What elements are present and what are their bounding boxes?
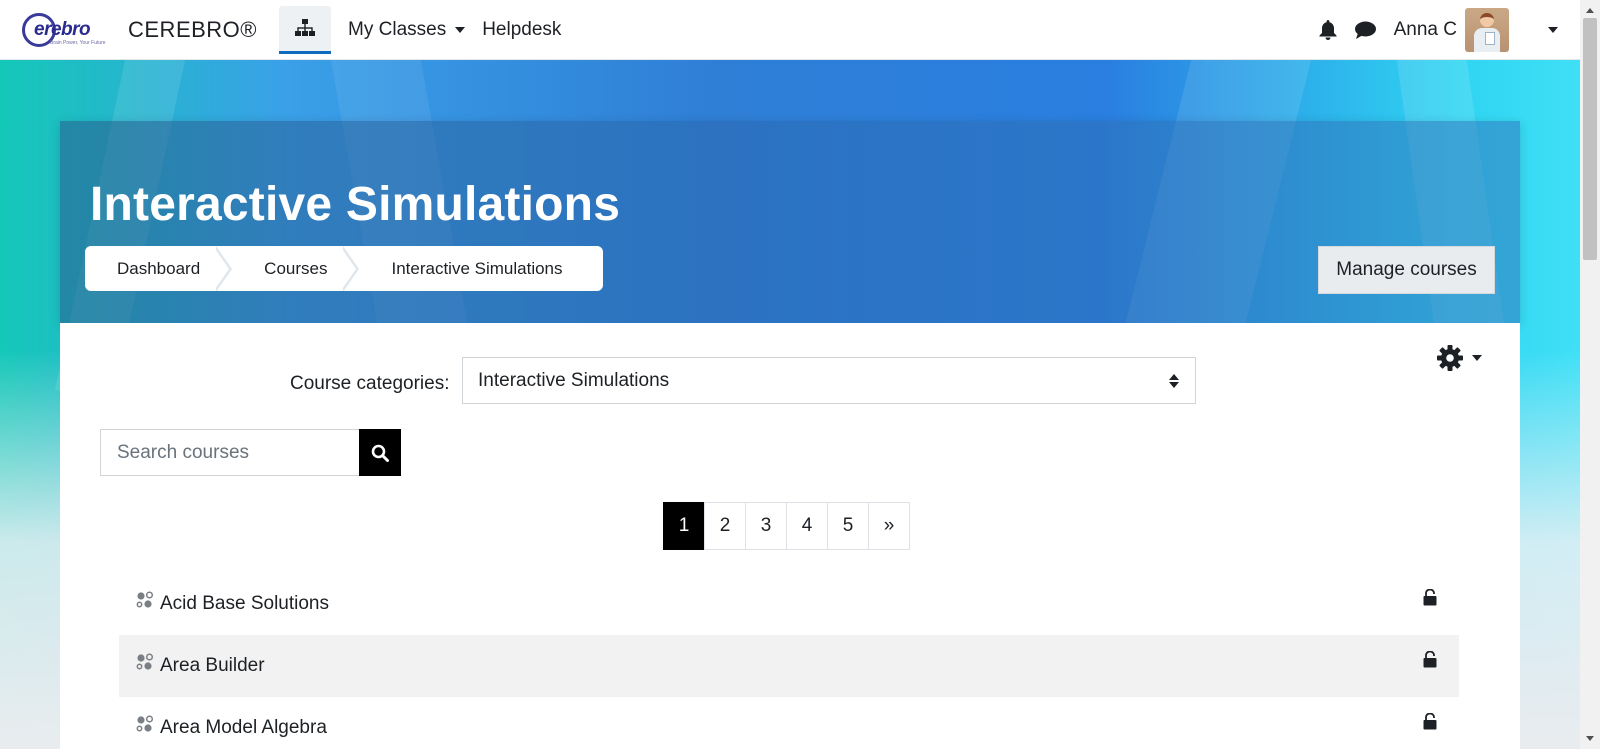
avatar-head <box>1480 12 1494 27</box>
breadcrumb-dashboard[interactable]: Dashboard <box>91 246 216 291</box>
user-area: Anna C <box>1319 7 1580 52</box>
search-input[interactable] <box>100 429 359 476</box>
course-category-icon <box>136 653 154 670</box>
scroll-up-arrow-icon[interactable] <box>1586 8 1594 13</box>
user-menu-chevron-down-icon[interactable] <box>1548 26 1558 33</box>
helpdesk-link[interactable]: Helpdesk <box>482 19 561 41</box>
course-category-icon <box>136 715 154 732</box>
cerebro-logo[interactable]: erebro Brain Power, Your Future <box>20 10 108 50</box>
page-next[interactable]: » <box>868 502 910 550</box>
list-item[interactable]: Acid Base Solutions <box>119 573 1459 635</box>
page-2[interactable]: 2 <box>704 502 746 550</box>
helpdesk-label: Helpdesk <box>482 18 562 40</box>
select-arrows-icon <box>1169 374 1179 388</box>
breadcrumb-separator <box>340 246 365 291</box>
page-scrollbar[interactable] <box>1580 0 1600 749</box>
site-home-button[interactable] <box>279 5 332 54</box>
search-button[interactable] <box>359 429 401 476</box>
logo-text: erebro <box>34 18 91 40</box>
chevron-down-icon <box>455 26 466 33</box>
list-item[interactable]: Area Builder <box>119 635 1459 697</box>
page-title: Interactive Simulations <box>90 178 621 231</box>
gear-icon <box>1437 345 1463 371</box>
page-header: Interactive Simulations Dashboard Course… <box>60 121 1520 323</box>
breadcrumb-separator <box>213 246 238 291</box>
course-categories-label: Course categories: <box>290 373 450 394</box>
sitemap-icon <box>295 19 316 36</box>
scroll-thumb[interactable] <box>1583 18 1597 260</box>
unlock-icon <box>1423 651 1437 668</box>
brand-name[interactable]: CEREBRO® <box>128 17 257 43</box>
user-name[interactable]: Anna C <box>1394 19 1457 41</box>
manage-courses-button[interactable]: Manage courses <box>1318 246 1495 294</box>
course-search <box>100 429 401 476</box>
scroll-down-arrow-icon[interactable] <box>1586 736 1594 741</box>
course-link[interactable]: Acid Base Solutions <box>160 593 329 615</box>
page-3[interactable]: 3 <box>745 502 787 550</box>
search-icon <box>371 444 389 462</box>
breadcrumb-current[interactable]: Interactive Simulations <box>365 246 578 291</box>
bell-icon <box>1319 19 1337 40</box>
top-navbar: erebro Brain Power, Your Future CEREBRO®… <box>0 0 1580 60</box>
notifications-button[interactable] <box>1319 19 1337 40</box>
my-classes-menu[interactable]: My Classes <box>348 18 466 41</box>
settings-menu[interactable] <box>1437 345 1482 371</box>
avatar-paper <box>1485 31 1495 45</box>
messages-button[interactable] <box>1354 21 1376 39</box>
my-classes-label: My Classes <box>348 18 447 40</box>
course-link[interactable]: Area Builder <box>160 655 265 677</box>
course-link[interactable]: Area Model Algebra <box>160 717 327 739</box>
unlock-icon <box>1423 589 1437 606</box>
main-content: Course categories: Interactive Simulatio… <box>60 323 1520 749</box>
course-list: Acid Base Solutions Area Builder Area Mo… <box>119 573 1459 749</box>
chat-icon <box>1354 21 1376 39</box>
course-category-icon <box>136 591 154 608</box>
brand[interactable]: erebro Brain Power, Your Future CEREBRO® <box>20 10 257 50</box>
page-1[interactable]: 1 <box>663 502 705 550</box>
breadcrumb-courses[interactable]: Courses <box>238 246 343 291</box>
list-item[interactable]: Area Model Algebra <box>119 697 1459 749</box>
page-4[interactable]: 4 <box>786 502 828 550</box>
unlock-icon <box>1423 713 1437 730</box>
settings-chevron-down-icon <box>1472 355 1482 361</box>
category-selected-value: Interactive Simulations <box>478 369 670 391</box>
page-5[interactable]: 5 <box>827 502 869 550</box>
pagination: 1 2 3 4 5 » <box>663 502 910 550</box>
breadcrumb: Dashboard Courses Interactive Simulation… <box>85 246 603 291</box>
logo-tagline: Brain Power, Your Future <box>50 39 106 46</box>
avatar[interactable] <box>1465 7 1509 52</box>
course-category-select[interactable]: Interactive Simulations <box>462 357 1196 404</box>
